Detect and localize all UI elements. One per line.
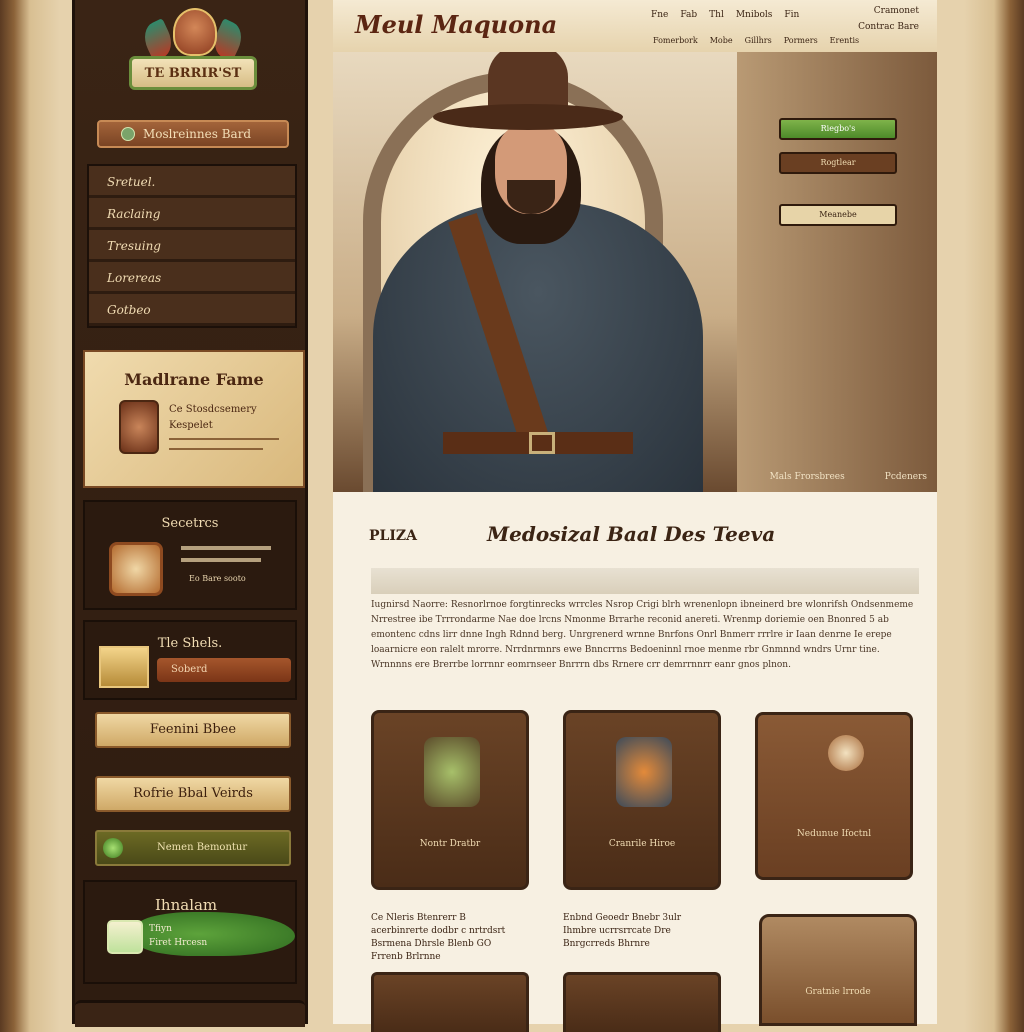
text-line	[181, 546, 271, 550]
sidebar-footer	[75, 1000, 305, 1027]
logo-banner-text: TE BRRIR'ST	[129, 56, 257, 90]
account-link[interactable]: Cramonet	[874, 6, 919, 16]
character-hat	[433, 52, 623, 142]
hero-caption: Mals Frorsbrees Pcdeners	[770, 472, 927, 482]
compass-icon	[121, 127, 135, 141]
product-tile[interactable]: Nedunue Ifoctnl	[755, 712, 913, 880]
text-line	[181, 558, 261, 562]
bottle-icon	[616, 737, 672, 807]
section-title: Medosizal Baal Des Teeva	[487, 522, 776, 546]
top-nav-item[interactable]: Fin	[784, 10, 799, 20]
secrets-text: Eo Bare sooto	[189, 574, 246, 583]
secrets-panel: Secetrcs Eo Bare sooto	[83, 500, 297, 610]
intro-paragraph: Iugnirsd Naorre: Resnorlrnoe forgtinreck…	[371, 600, 914, 670]
divider-band	[371, 568, 919, 594]
green-button-label: Nemen Bemontur	[157, 842, 248, 853]
shelves-button[interactable]: Soberd	[157, 658, 291, 682]
mug-icon	[109, 542, 163, 596]
hero-banner: Riegbo's Rogtlear Meanebe Mals Frorsbree…	[333, 52, 937, 496]
product-tile-label: Cranrile Hiroe	[608, 839, 676, 849]
top-nav-item[interactable]: Fab	[680, 10, 697, 20]
main-content: PLIZA Medosizal Baal Des Teeva Iugnirsd …	[333, 492, 937, 1032]
product-tile-label: Gratnie lrrode	[805, 987, 871, 997]
sidebar-item-5[interactable]: Gotbeo	[89, 294, 295, 326]
promo-line-1: Tfiyn	[149, 924, 172, 934]
shelves-panel: Tle Shels. Soberd	[83, 620, 297, 700]
tavern-sign: Riegbo's	[779, 118, 897, 140]
tile-caption: Enbnd Geoedr Bnebr 3ulr Ihmbre ucrrsrrca…	[563, 913, 682, 949]
sidebar-item-2[interactable]: Raclaing	[89, 198, 295, 230]
secondary-nav: Fomerbork Mobe Gillhrs Pormers Erentis	[653, 36, 859, 45]
site-logo[interactable]: TE BRRIR'ST	[123, 8, 263, 104]
hat-crown	[488, 52, 568, 112]
product-tile-partial[interactable]	[563, 972, 721, 1032]
featured-card[interactable]: Madlrane Fame Ce Stosdcsemery Kespelet	[83, 350, 305, 488]
menu-button-b[interactable]: Rofrie Bbal Veirds	[95, 776, 291, 812]
top-nav-item[interactable]: Mnibols	[736, 10, 773, 20]
secrets-title: Secetrcs	[161, 516, 219, 531]
scroll-icon	[107, 920, 143, 954]
featured-card-title: Madlrane Fame	[124, 370, 264, 389]
hero-caption-right[interactable]: Pcdeners	[885, 472, 927, 482]
sidebar: TE BRRIR'ST Moslreinnes Bard Sretuel. Ra…	[72, 0, 308, 1027]
map-icon	[99, 646, 149, 688]
search-button[interactable]: Moslreinnes Bard	[97, 120, 289, 148]
contact-link[interactable]: Contrac Bare	[858, 22, 919, 32]
secondary-nav-item[interactable]: Fomerbork	[653, 36, 698, 45]
site-header: Meul Maquona Fne Fab Thl Mnibols Fin Cra…	[333, 0, 937, 55]
product-tile-label: Nedunue Ifoctnl	[796, 829, 872, 839]
secondary-nav-item[interactable]: Pormers	[784, 36, 818, 45]
potion-tag-icon	[119, 400, 159, 454]
product-tile[interactable]: Gratnie lrrode	[759, 914, 917, 1026]
text-line	[169, 438, 279, 440]
product-tile[interactable]: Cranrile Hiroe	[563, 710, 721, 890]
sidebar-nav: Sretuel. Raclaing Tresuing Lorereas Gotb…	[87, 164, 297, 328]
secondary-nav-item[interactable]: Mobe	[710, 36, 733, 45]
green-button[interactable]: Nemen Bemontur	[95, 830, 291, 866]
top-nav: Fne Fab Thl Mnibols Fin	[651, 10, 799, 20]
leaf-icon	[135, 912, 295, 956]
top-nav-item[interactable]: Fne	[651, 10, 668, 20]
menu-button-a[interactable]: Feenini Bbee	[95, 712, 291, 748]
sidebar-item-1[interactable]: Sretuel.	[89, 166, 295, 198]
promo-panel: Ihnalam Tfiyn Firet Hrcesn	[83, 880, 297, 984]
search-button-label: Moslreinnes Bard	[143, 127, 252, 141]
product-tile-label: Nontr Dratbr	[419, 839, 481, 849]
plate-icon	[828, 735, 864, 771]
hat-brim	[433, 104, 623, 130]
tavern-sign: Meanebe	[779, 204, 897, 226]
section-label: PLIZA	[369, 528, 418, 544]
character-beard	[507, 180, 555, 214]
hero-caption-left[interactable]: Mals Frorsbrees	[770, 472, 845, 482]
top-nav-item[interactable]: Thl	[709, 10, 724, 20]
sidebar-item-3[interactable]: Tresuing	[89, 230, 295, 262]
secondary-nav-item[interactable]: Gillhrs	[745, 36, 772, 45]
helmet-crest-icon	[173, 8, 217, 56]
gem-icon	[103, 838, 123, 858]
header-logo[interactable]: Meul Maquona	[355, 10, 557, 39]
product-tile[interactable]: Nontr Dratbr	[371, 710, 529, 890]
tile-caption: Ce Nleris Btenrerr B acerbinrerte dodbr …	[371, 913, 506, 962]
promo-line-2: Firet Hrcesn	[149, 938, 208, 948]
secondary-nav-item[interactable]: Erentis	[830, 36, 859, 45]
text-line	[169, 448, 263, 450]
belt-buckle-icon	[529, 432, 555, 454]
cauldron-icon	[424, 737, 480, 807]
tavern-sign: Rogtlear	[779, 152, 897, 174]
featured-card-line-2: Kespelet	[169, 420, 213, 431]
sidebar-item-4[interactable]: Lorereas	[89, 262, 295, 294]
product-tile-partial[interactable]	[371, 972, 529, 1032]
featured-card-line-1: Ce Stosdcsemery	[169, 404, 257, 415]
